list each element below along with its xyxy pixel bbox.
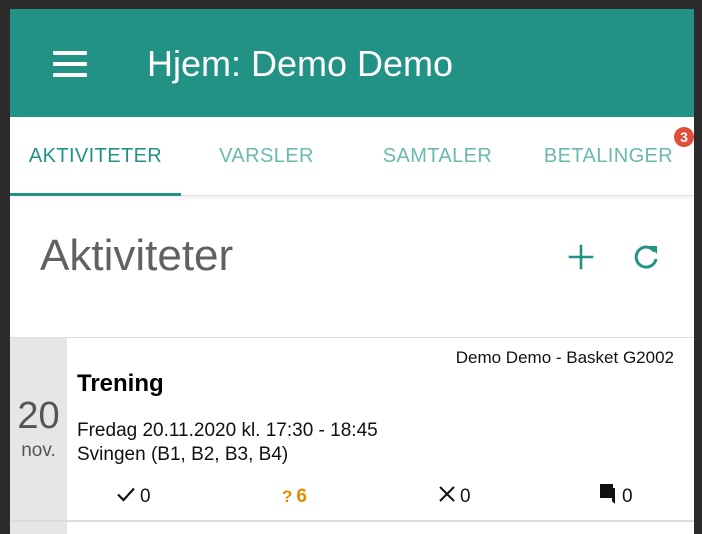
declined-value: 0 [460,486,471,507]
hamburger-menu-icon[interactable] [52,49,90,79]
declined-count: 0 [438,484,471,510]
comments-icon [596,483,618,511]
notification-badge: 3 [674,127,694,147]
tab-label: BETALINGER [543,145,674,167]
tab-label: AKTIVITETER [28,145,163,167]
tab-varsler[interactable]: VARSLER [181,117,352,195]
tab-label: VARSLER [219,145,314,167]
check-icon [116,484,136,510]
activity-location: Svingen (B1, B2, B3, B4) [77,444,289,465]
page-title: Hjem: Demo Demo [147,43,454,84]
card-divider [10,520,694,522]
refresh-icon[interactable] [626,237,666,277]
comments-value: 0 [622,486,633,507]
activity-team: Demo Demo - Basket G2002 [455,348,674,367]
active-tab-indicator [10,193,181,196]
section-title: Aktiviteter [40,231,234,280]
activity-month: nov. [21,440,56,461]
attending-value: 0 [140,486,151,507]
app-bar: Hjem: Demo Demo [10,9,694,117]
next-activity-date [10,522,67,534]
tab-bar: AKTIVITETER VARSLER SAMTALER BETALINGER … [10,117,694,196]
activity-time: Fredag 20.11.2020 kl. 17:30 - 18:45 [77,420,378,441]
attending-count: 0 [116,484,151,510]
activity-title: Trening [77,370,164,397]
activity-card[interactable]: 20 nov. Demo Demo - Basket G2002 Trening… [10,338,694,520]
plus-icon[interactable] [561,237,601,277]
unanswered-value: 6 [296,486,307,507]
tab-label: SAMTALER [382,145,493,167]
question-icon: ? [282,487,293,506]
activity-date: 20 nov. [10,338,67,520]
activity-day: 20 [17,395,60,437]
tab-aktiviteter[interactable]: AKTIVITETER [10,117,181,196]
app-window: Hjem: Demo Demo AKTIVITETER VARSLER SAMT… [10,9,694,534]
tab-betalinger[interactable]: BETALINGER [523,117,694,195]
close-icon [438,485,456,509]
comments-count: 0 [596,484,633,510]
unanswered-count: ? 6 [282,484,307,510]
tab-samtaler[interactable]: SAMTALER [352,117,523,195]
